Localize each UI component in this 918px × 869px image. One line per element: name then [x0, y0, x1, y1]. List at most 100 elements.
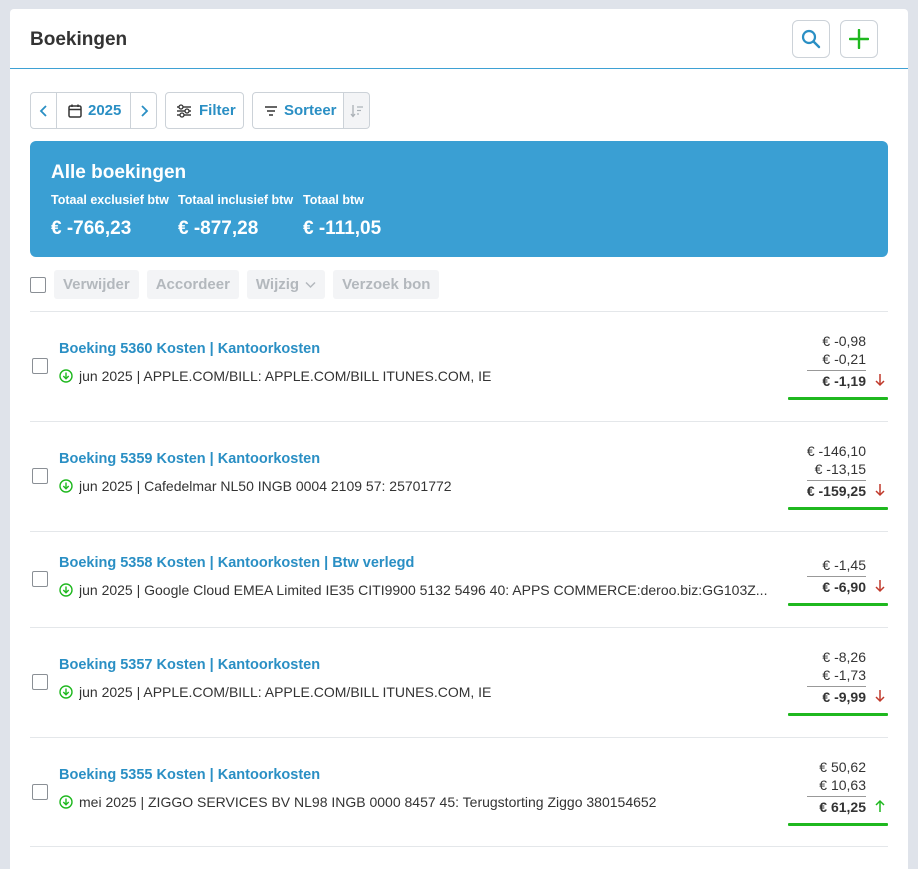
edit-dropdown[interactable]: Wijzig	[246, 270, 326, 299]
filter-button[interactable]: Filter	[165, 92, 244, 129]
chevron-right-icon	[140, 104, 148, 117]
arrow-down-icon	[875, 580, 885, 593]
amount-btw: € 10,63	[819, 777, 866, 793]
row-checkbox[interactable]	[32, 358, 48, 374]
amount-excl: € -0,98	[822, 333, 866, 349]
booking-amounts: € 50,62 € 10,63 € 61,25	[788, 758, 888, 816]
download-circle-icon	[59, 685, 73, 699]
sort-direction-button[interactable]	[344, 92, 370, 129]
filter-label: Filter	[199, 102, 236, 119]
table-row[interactable]: Boeking 5359 Kosten | Kantoorkosten jun …	[30, 421, 888, 531]
status-bar	[788, 713, 888, 716]
booking-description: jun 2025 | Cafedelmar NL50 INGB 0004 210…	[59, 478, 452, 494]
amount-total-value: € -159,25	[806, 483, 866, 499]
sort-direction-icon	[349, 104, 363, 118]
chevron-down-icon	[305, 281, 316, 288]
amount-total-value: € 61,25	[819, 799, 866, 815]
amount-btw: € -13,15	[814, 461, 866, 477]
arrow-down-icon	[875, 690, 885, 703]
booking-amounts: € -146,10 € -13,15 € -159,25	[788, 442, 888, 500]
table-row[interactable]: Boeking 5358 Kosten | Kantoorkosten | Bt…	[30, 531, 888, 627]
booking-desc-text: jun 2025 | Cafedelmar NL50 INGB 0004 210…	[79, 478, 452, 494]
sort-lines-icon	[265, 105, 277, 116]
row-checkbox[interactable]	[32, 674, 48, 690]
amount-total: € -1,19	[788, 372, 888, 390]
summary-title: Alle boekingen	[51, 162, 187, 183]
booking-desc-text: jun 2025 | Google Cloud EMEA Limited IE3…	[79, 582, 768, 598]
total-incl-btw: Totaal inclusief btw € -877,28	[178, 193, 293, 240]
total-incl-value: € -877,28	[178, 218, 259, 239]
amount-excl: € -8,26	[822, 649, 866, 665]
amount-total-value: € -1,19	[822, 373, 866, 389]
amount-total: € -159,25	[788, 482, 888, 500]
approve-button[interactable]: Accordeer	[146, 270, 239, 299]
download-circle-icon	[59, 583, 73, 597]
booking-amounts: € -8,26 € -1,73 € -9,99	[788, 648, 888, 706]
amount-total-value: € -6,90	[822, 579, 866, 595]
booking-title-link[interactable]: Boeking 5358 Kosten | Kantoorkosten | Bt…	[59, 555, 414, 571]
search-icon	[801, 29, 821, 49]
status-bar	[788, 507, 888, 510]
amount-excl: € -146,10	[806, 443, 866, 459]
amount-btw: € -1,45	[822, 557, 866, 573]
row-checkbox[interactable]	[32, 784, 48, 800]
chevron-left-icon	[39, 104, 47, 117]
select-all-checkbox[interactable]	[30, 276, 46, 293]
total-excl-label: Totaal exclusief btw	[51, 193, 169, 207]
booking-amounts: € -1,45 € -6,90	[788, 556, 888, 596]
arrow-up-icon	[875, 799, 885, 812]
bookings-card: Boekingen 2025 Filter Sorteer Alle boeki…	[10, 9, 908, 869]
page-header: Boekingen	[10, 9, 908, 69]
amount-divider	[807, 576, 866, 577]
request-receipt-button[interactable]: Verzoek bon	[333, 270, 440, 299]
prev-year-button[interactable]	[30, 92, 57, 129]
search-button[interactable]	[792, 20, 830, 58]
booking-description: jun 2025 | APPLE.COM/BILL: APPLE.COM/BIL…	[59, 684, 491, 700]
page-title: Boekingen	[30, 29, 128, 50]
booking-amounts: € -0,98 € -0,21 € -1,19	[788, 332, 888, 390]
booking-desc-text: mei 2025 | ZIGGO SERVICES BV NL98 INGB 0…	[79, 794, 657, 810]
booking-title-link[interactable]: Boeking 5357 Kosten | Kantoorkosten	[59, 657, 320, 673]
year-picker[interactable]: 2025	[57, 92, 131, 129]
arrow-down-icon	[875, 484, 885, 497]
delete-button[interactable]: Verwijder	[54, 270, 139, 299]
download-circle-icon	[59, 795, 73, 809]
amount-total: € 61,25	[788, 798, 888, 816]
table-row[interactable]: Boeking 5355 Kosten | Kantoorkosten mei …	[30, 737, 888, 847]
table-row[interactable]: Boeking 5357 Kosten | Kantoorkosten jun …	[30, 627, 888, 737]
add-booking-button[interactable]	[840, 20, 878, 58]
calendar-icon	[68, 104, 82, 118]
total-excl-btw: Totaal exclusief btw € -766,23	[51, 193, 169, 240]
amount-total-value: € -9,99	[822, 689, 866, 705]
booking-desc-text: jun 2025 | APPLE.COM/BILL: APPLE.COM/BIL…	[79, 368, 492, 384]
total-btw-label: Totaal btw	[303, 193, 364, 207]
booking-title-link[interactable]: Boeking 5359 Kosten | Kantoorkosten	[59, 451, 320, 467]
booking-title-link[interactable]: Boeking 5355 Kosten | Kantoorkosten	[59, 767, 320, 783]
download-circle-icon	[59, 479, 73, 493]
amount-divider	[807, 480, 866, 481]
amount-divider	[807, 686, 866, 687]
booking-description: jun 2025 | Google Cloud EMEA Limited IE3…	[59, 582, 767, 598]
sort-button[interactable]: Sorteer	[252, 92, 344, 129]
arrow-down-icon	[875, 374, 885, 387]
booking-desc-text: jun 2025 | APPLE.COM/BILL: APPLE.COM/BIL…	[79, 684, 492, 700]
amount-total: € -9,99	[788, 688, 888, 706]
edit-label: Wijzig	[255, 276, 300, 293]
booking-title-link[interactable]: Boeking 5360 Kosten | Kantoorkosten	[59, 341, 320, 357]
row-checkbox[interactable]	[32, 468, 48, 484]
bookings-list: Boeking 5360 Kosten | Kantoorkosten jun …	[30, 311, 888, 847]
amount-divider	[807, 370, 866, 371]
bulk-actions: Verwijder Accordeer Wijzig Verzoek bon	[30, 270, 447, 299]
download-circle-icon	[59, 369, 73, 383]
total-excl-value: € -766,23	[51, 218, 132, 239]
sort-label: Sorteer	[284, 102, 337, 119]
row-checkbox[interactable]	[32, 571, 48, 587]
amount-excl: € 50,62	[819, 759, 866, 775]
amount-btw: € -1,73	[822, 667, 866, 683]
total-incl-label: Totaal inclusief btw	[178, 193, 294, 207]
amount-divider	[807, 796, 866, 797]
next-year-button[interactable]	[131, 92, 157, 129]
table-row[interactable]: Boeking 5360 Kosten | Kantoorkosten jun …	[30, 311, 888, 421]
total-btw-value: € -111,05	[303, 218, 382, 239]
summary-panel: Alle boekingen Totaal exclusief btw € -7…	[30, 141, 888, 257]
